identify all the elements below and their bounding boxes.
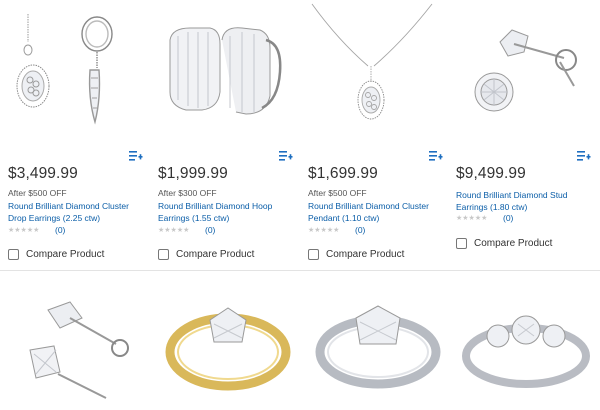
product-image[interactable] <box>8 0 148 135</box>
discount-note: After $500 OFF <box>8 188 67 198</box>
product-price: $1,699.99 <box>308 165 378 182</box>
princess-stud-earrings-image[interactable] <box>8 290 148 410</box>
rating-stars: ★★★★★ <box>8 227 40 234</box>
product-image[interactable] <box>158 0 298 135</box>
product-title-link[interactable]: Round Brilliant Diamond Cluster Drop Ear… <box>8 200 148 224</box>
compare-product-checkbox[interactable]: Compare Product <box>8 249 104 260</box>
checkbox-box[interactable] <box>8 249 19 260</box>
checkbox-box[interactable] <box>158 249 169 260</box>
compare-label: Compare Product <box>326 249 405 260</box>
compare-label: Compare Product <box>176 249 255 260</box>
rating-stars: ★★★★★ <box>456 215 488 222</box>
product-title-line[interactable]: Round Brilliant Diamond Cluster <box>8 200 148 212</box>
discount-note: After $500 OFF <box>308 188 367 198</box>
product-title-line[interactable]: Round Brilliant Diamond Cluster <box>308 200 448 212</box>
two-tone-solitaire-ring-image[interactable] <box>158 290 298 410</box>
compare-product-checkbox[interactable]: Compare Product <box>456 238 552 249</box>
checkbox-box[interactable] <box>308 249 319 260</box>
compare-product-checkbox[interactable]: Compare Product <box>158 249 254 260</box>
add-to-list-icon[interactable] <box>429 150 443 162</box>
product-title-line[interactable]: Round Brilliant Diamond Hoop <box>158 200 298 212</box>
product-title-line[interactable]: Pendant (1.10 ctw) <box>308 212 448 224</box>
product-price: $3,499.99 <box>8 165 78 182</box>
product-title-line[interactable]: Earrings (1.55 ctw) <box>158 212 298 224</box>
product-image[interactable] <box>456 0 596 135</box>
product-title-link[interactable]: Round Brilliant Diamond Hoop Earrings (1… <box>158 200 298 224</box>
review-count-link[interactable]: (0) <box>55 225 65 235</box>
product-price: $1,999.99 <box>158 165 228 182</box>
product-title-line[interactable]: Round Brilliant Diamond Stud <box>456 189 596 201</box>
discount-note: After $300 OFF <box>158 188 217 198</box>
add-to-list-icon[interactable] <box>577 150 591 162</box>
rating-stars: ★★★★★ <box>308 227 340 234</box>
compare-label: Compare Product <box>474 238 553 249</box>
product-title-line[interactable]: Drop Earrings (2.25 ctw) <box>8 212 148 224</box>
compare-label: Compare Product <box>26 249 105 260</box>
product-image[interactable] <box>308 0 448 135</box>
checkbox-box[interactable] <box>456 238 467 249</box>
compare-product-checkbox[interactable]: Compare Product <box>308 249 404 260</box>
product-title-line[interactable]: Earrings (1.80 ctw) <box>456 201 596 213</box>
product-title-link[interactable]: Round Brilliant Diamond Cluster Pendant … <box>308 200 448 224</box>
add-to-list-icon[interactable] <box>129 150 143 162</box>
row-divider <box>0 270 600 271</box>
review-count-link[interactable]: (0) <box>205 225 215 235</box>
platinum-solitaire-ring-image[interactable] <box>308 290 448 410</box>
product-price: $9,499.99 <box>456 165 526 182</box>
review-count-link[interactable]: (0) <box>355 225 365 235</box>
review-count-link[interactable]: (0) <box>503 213 513 223</box>
rating-stars: ★★★★★ <box>158 227 190 234</box>
add-to-list-icon[interactable] <box>279 150 293 162</box>
product-title-link[interactable]: Round Brilliant Diamond Stud Earrings (1… <box>456 189 596 213</box>
three-stone-ring-image[interactable] <box>456 290 596 410</box>
